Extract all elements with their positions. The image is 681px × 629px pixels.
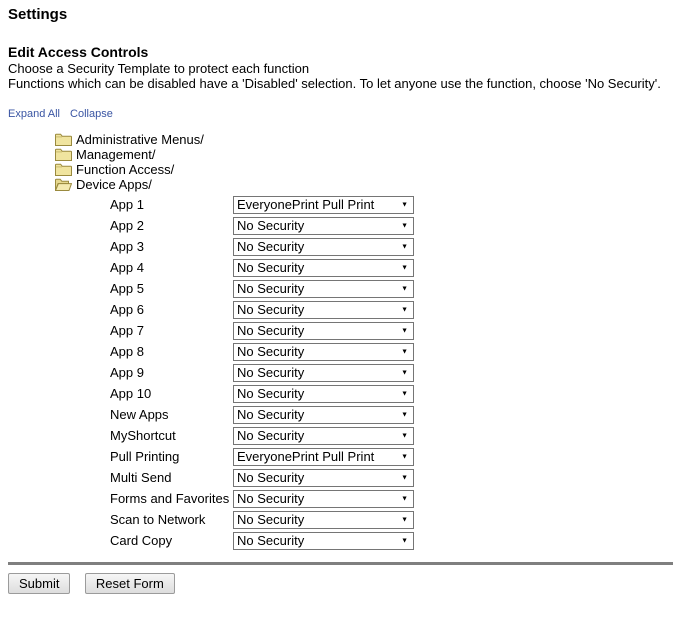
function-row: Multi Send No Security ▼: [110, 467, 673, 488]
security-template-select-wrap: No Security ▼: [233, 217, 414, 235]
settings-page: Settings Edit Access Controls Choose a S…: [0, 0, 681, 629]
function-label: App 3: [110, 239, 233, 254]
function-label: Card Copy: [110, 533, 233, 548]
security-template-select-wrap: No Security ▼: [233, 532, 414, 550]
tree-controls: Expand All Collapse: [8, 108, 673, 121]
security-template-select-wrap: EveryonePrint Pull Print ▼: [233, 448, 414, 466]
security-template-select[interactable]: No Security: [233, 427, 414, 445]
tree-folder-row[interactable]: Function Access/: [55, 162, 673, 177]
function-row: App 4 No Security ▼: [110, 257, 673, 278]
function-label: App 9: [110, 365, 233, 380]
function-row: App 2 No Security ▼: [110, 215, 673, 236]
page-title: Settings: [8, 6, 673, 24]
security-template-select-wrap: No Security ▼: [233, 406, 414, 424]
instruction-disabled-note: Functions which can be disabled have a '…: [8, 76, 673, 91]
tree-folder-label: Function Access/: [76, 162, 174, 177]
reset-form-button[interactable]: Reset Form: [85, 573, 175, 594]
collapse-link[interactable]: Collapse: [70, 108, 113, 120]
security-template-select-wrap: No Security ▼: [233, 511, 414, 529]
closed-folder-icon: [55, 148, 72, 161]
security-template-select[interactable]: No Security: [233, 364, 414, 382]
security-template-select-wrap: No Security ▼: [233, 238, 414, 256]
function-label: App 7: [110, 323, 233, 338]
closed-folder-icon: [55, 133, 72, 146]
form-actions: Submit Reset Form: [8, 573, 681, 594]
security-template-select-wrap: No Security ▼: [233, 490, 414, 508]
security-template-select-wrap: No Security ▼: [233, 343, 414, 361]
function-label: Multi Send: [110, 470, 233, 485]
function-row: App 7 No Security ▼: [110, 320, 673, 341]
security-template-select-wrap: No Security ▼: [233, 364, 414, 382]
security-template-select[interactable]: No Security: [233, 217, 414, 235]
security-template-select[interactable]: No Security: [233, 238, 414, 256]
security-template-select-wrap: EveryonePrint Pull Print ▼: [233, 196, 414, 214]
function-row: Card Copy No Security ▼: [110, 530, 673, 551]
function-row: App 8 No Security ▼: [110, 341, 673, 362]
security-template-select-wrap: No Security ▼: [233, 301, 414, 319]
open-folder-icon: [55, 178, 72, 191]
instruction-choose-template: Choose a Security Template to protect ea…: [8, 61, 673, 76]
function-label: App 2: [110, 218, 233, 233]
function-list: App 1 EveryonePrint Pull Print ▼ App 2 N…: [110, 194, 673, 551]
security-template-select[interactable]: No Security: [233, 301, 414, 319]
function-row: App 5 No Security ▼: [110, 278, 673, 299]
function-label: Pull Printing: [110, 449, 233, 464]
security-template-select[interactable]: No Security: [233, 280, 414, 298]
section-title: Edit Access Controls: [8, 44, 673, 61]
security-template-select-wrap: No Security ▼: [233, 322, 414, 340]
security-template-select[interactable]: No Security: [233, 343, 414, 361]
security-template-select[interactable]: No Security: [233, 532, 414, 550]
function-label: App 5: [110, 281, 233, 296]
security-template-select-wrap: No Security ▼: [233, 427, 414, 445]
function-label: App 10: [110, 386, 233, 401]
security-template-select[interactable]: EveryonePrint Pull Print: [233, 448, 414, 466]
function-row: App 9 No Security ▼: [110, 362, 673, 383]
closed-folder-icon: [55, 163, 72, 176]
expand-all-link[interactable]: Expand All: [8, 108, 60, 120]
function-label: App 6: [110, 302, 233, 317]
security-template-select[interactable]: No Security: [233, 490, 414, 508]
security-template-select[interactable]: EveryonePrint Pull Print: [233, 196, 414, 214]
security-template-select[interactable]: No Security: [233, 385, 414, 403]
security-template-select[interactable]: No Security: [233, 469, 414, 487]
security-template-select[interactable]: No Security: [233, 511, 414, 529]
security-template-select[interactable]: No Security: [233, 259, 414, 277]
function-row: App 10 No Security ▼: [110, 383, 673, 404]
function-row: App 6 No Security ▼: [110, 299, 673, 320]
security-template-select-wrap: No Security ▼: [233, 469, 414, 487]
function-row: Pull Printing EveryonePrint Pull Print ▼: [110, 446, 673, 467]
function-label: MyShortcut: [110, 428, 233, 443]
function-label: New Apps: [110, 407, 233, 422]
tree-folder-label: Device Apps/: [76, 177, 152, 192]
security-template-select[interactable]: No Security: [233, 406, 414, 424]
function-label: App 1: [110, 197, 233, 212]
function-label: App 4: [110, 260, 233, 275]
security-template-select-wrap: No Security ▼: [233, 385, 414, 403]
submit-button[interactable]: Submit: [8, 573, 70, 594]
function-label: Scan to Network: [110, 512, 233, 527]
function-row: Forms and Favorites No Security ▼: [110, 488, 673, 509]
security-template-select-wrap: No Security ▼: [233, 259, 414, 277]
tree-folder-row[interactable]: Administrative Menus/: [55, 132, 673, 147]
security-function-tree: Administrative Menus/ Management/ Functi…: [55, 132, 673, 192]
function-row: App 3 No Security ▼: [110, 236, 673, 257]
function-label: Forms and Favorites: [110, 491, 233, 506]
tree-folder-row[interactable]: Management/: [55, 147, 673, 162]
tree-folder-label: Management/: [76, 147, 156, 162]
tree-folder-label: Administrative Menus/: [76, 132, 204, 147]
function-row: Scan to Network No Security ▼: [110, 509, 673, 530]
security-template-select[interactable]: No Security: [233, 322, 414, 340]
function-row: MyShortcut No Security ▼: [110, 425, 673, 446]
security-template-select-wrap: No Security ▼: [233, 280, 414, 298]
divider: [8, 562, 673, 565]
function-row: New Apps No Security ▼: [110, 404, 673, 425]
function-row: App 1 EveryonePrint Pull Print ▼: [110, 194, 673, 215]
tree-folder-row[interactable]: Device Apps/: [55, 177, 673, 192]
function-label: App 8: [110, 344, 233, 359]
